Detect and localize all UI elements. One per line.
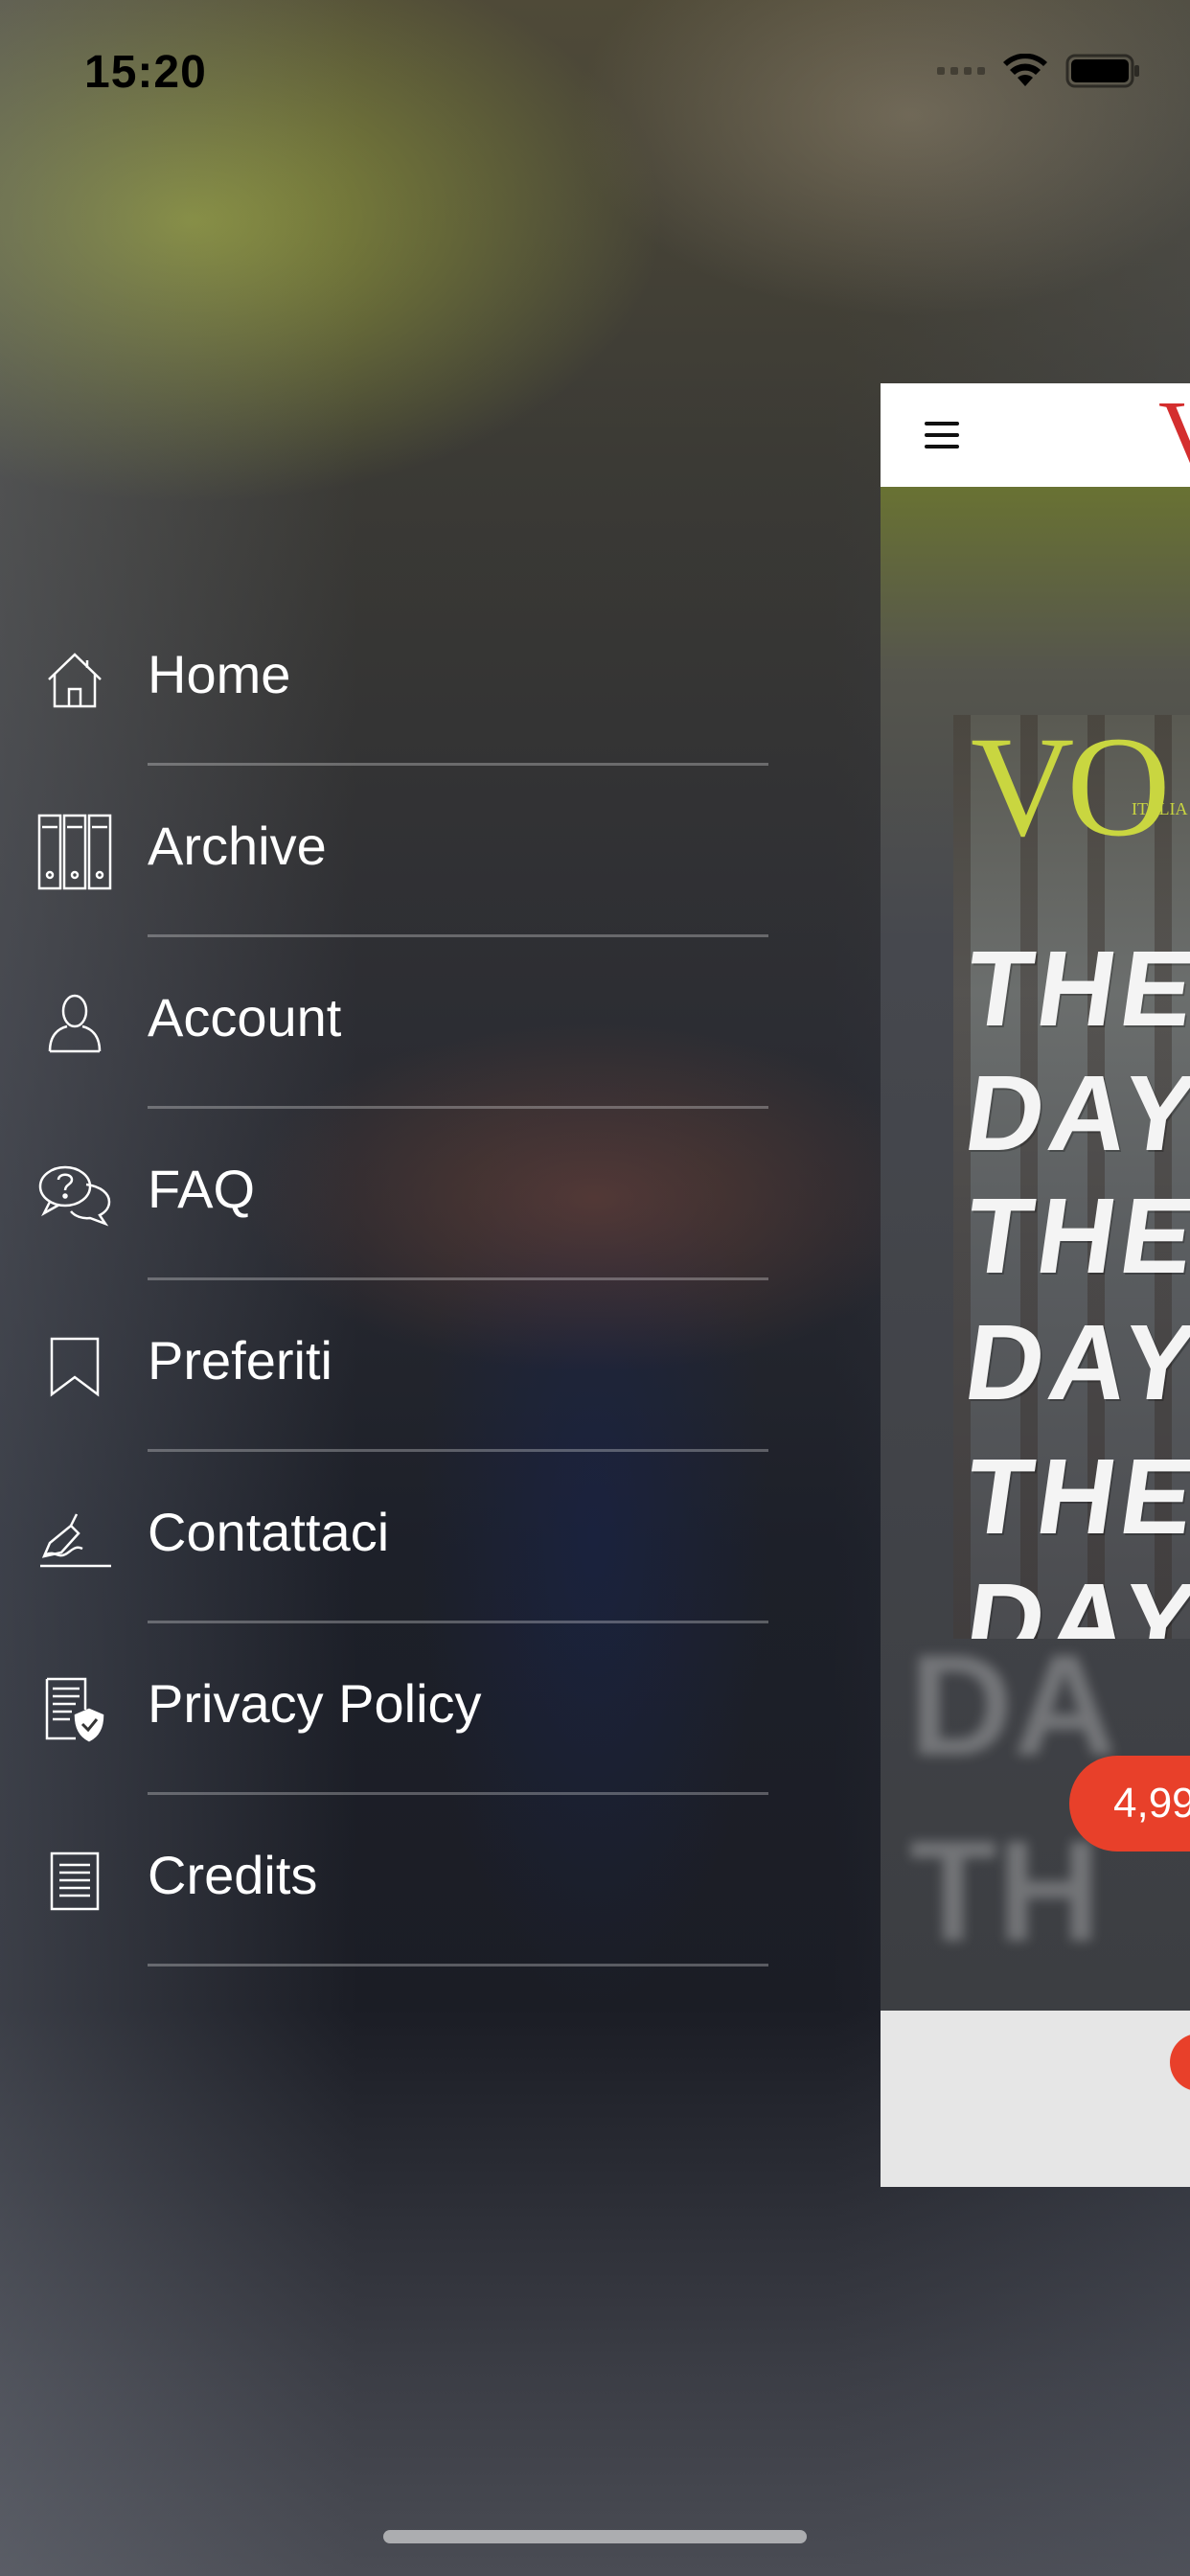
battery-icon: [1065, 54, 1139, 88]
side-menu: Home Archive Account FAQ Preferiti Conta…: [0, 594, 786, 1966]
menu-item-archive[interactable]: Archive: [0, 766, 786, 937]
user-icon: [36, 985, 113, 1062]
wifi-icon: [1003, 54, 1047, 86]
price-button[interactable]: 4,99: [1069, 1756, 1190, 1852]
menu-item-label: Archive: [148, 815, 327, 876]
menu-item-label: Account: [148, 986, 342, 1047]
cellular-signal-icon: [937, 67, 985, 75]
hamburger-menu-icon[interactable]: [925, 422, 959, 456]
cover-headline-line: DAY: [958, 1302, 1190, 1422]
menu-item-privacy-policy[interactable]: Privacy Policy: [0, 1623, 786, 1795]
cover-headline-line: THE: [958, 929, 1190, 1048]
cover-headline-line: DAY: [958, 1053, 1190, 1173]
home-indicator[interactable]: [383, 2530, 807, 2543]
menu-item-label: Contattaci: [148, 1501, 390, 1562]
menu-item-label: Credits: [148, 1844, 318, 1905]
magazine-cover[interactable]: VO ITALIA THE DAY THE DAY THE DAY: [953, 715, 1190, 1639]
menu-item-label: FAQ: [148, 1158, 256, 1219]
menu-item-credits[interactable]: Credits: [0, 1795, 786, 1966]
menu-item-contattaci[interactable]: Contattaci: [0, 1452, 786, 1623]
menu-divider: [148, 1964, 768, 1966]
archive-icon: [36, 814, 113, 890]
menu-item-label: Privacy Policy: [148, 1672, 482, 1734]
cover-headline-line: DAY: [958, 1561, 1190, 1639]
menu-item-account[interactable]: Account: [0, 937, 786, 1109]
cover-logo: VO: [971, 715, 1171, 866]
bottom-bar: [881, 2011, 1190, 2187]
menu-item-label: Preferiti: [148, 1329, 332, 1391]
cover-headline-line: THE: [958, 1176, 1190, 1296]
faq-icon: [36, 1157, 113, 1233]
bookmark-icon: [36, 1328, 113, 1405]
top-navigation-bar: V: [881, 383, 1190, 487]
menu-item-preferiti[interactable]: Preferiti: [0, 1280, 786, 1452]
main-content-panel[interactable]: V DA TH VO ITALIA THE DAY THE DAY THE DA…: [881, 383, 1190, 2187]
signature-pen-icon: [36, 1500, 113, 1576]
privacy-document-icon: [36, 1671, 113, 1748]
menu-item-label: Home: [148, 643, 291, 704]
home-icon: [36, 642, 113, 719]
menu-item-home[interactable]: Home: [0, 594, 786, 766]
cover-headline-line: THE: [958, 1437, 1190, 1556]
cover-logo-subtitle: ITALIA: [1132, 799, 1188, 818]
menu-item-faq[interactable]: FAQ: [0, 1109, 786, 1280]
status-icons: [937, 54, 1142, 88]
hero-blur-text: DA: [909, 1624, 1117, 1785]
brand-logo: V: [1158, 387, 1190, 481]
hero-blur-text: TH: [909, 1810, 1101, 1971]
status-time: 15:20: [84, 47, 207, 98]
credits-document-icon: [36, 1843, 113, 1920]
